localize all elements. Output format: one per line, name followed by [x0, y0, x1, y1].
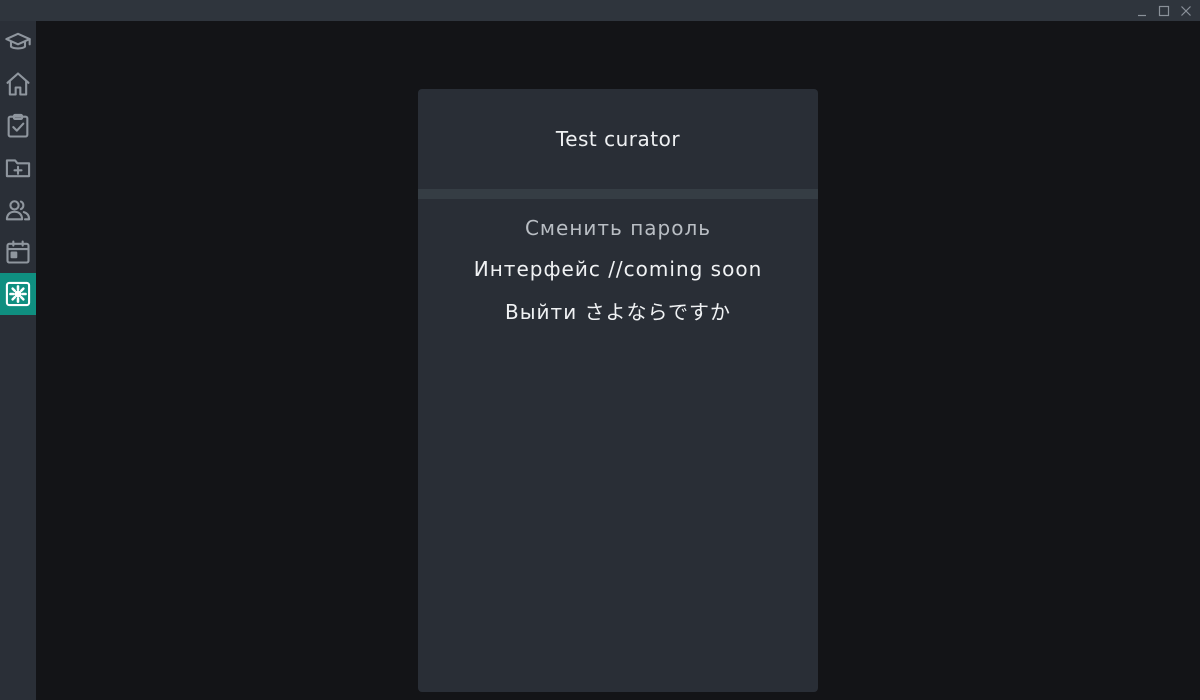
settings-menu: Сменить пароль Интерфейс //coming soon В…: [418, 199, 818, 332]
clipboard-check-icon: [7, 113, 29, 138]
main-area: Test curator Сменить пароль Интерфейс //…: [36, 21, 1200, 700]
window-controls: [1134, 2, 1194, 19]
calendar-icon: [6, 240, 30, 264]
sidebar: [0, 21, 36, 700]
profile-name: Test curator: [555, 127, 681, 151]
graduation-cap-icon: [5, 32, 31, 50]
profile-header: Test curator: [418, 89, 818, 189]
sidebar-item-tasks[interactable]: [0, 105, 36, 147]
logout-button[interactable]: Выйти さよならですか: [505, 290, 731, 332]
close-icon: [1181, 5, 1191, 16]
change-password-button[interactable]: Сменить пароль: [525, 207, 711, 249]
sidebar-item-folders[interactable]: [0, 147, 36, 189]
minimize-icon: [1138, 14, 1146, 16]
home-icon: [6, 72, 30, 96]
minimize-button[interactable]: [1134, 3, 1150, 19]
sidebar-item-home[interactable]: [0, 63, 36, 105]
sidebar-item-courses[interactable]: [0, 21, 36, 63]
divider: [418, 189, 818, 199]
folder-plus-icon: [5, 159, 31, 178]
maximize-button[interactable]: [1156, 3, 1172, 19]
interface-button[interactable]: Интерфейс //coming soon: [474, 249, 763, 291]
users-icon: [5, 200, 31, 221]
close-button[interactable]: [1178, 3, 1194, 19]
settings-icon: [5, 281, 31, 307]
sidebar-item-settings[interactable]: [0, 273, 36, 315]
profile-panel: Test curator Сменить пароль Интерфейс //…: [418, 89, 818, 692]
maximize-icon: [1158, 5, 1170, 16]
sidebar-item-users[interactable]: [0, 189, 36, 231]
title-bar: [0, 0, 1200, 21]
sidebar-item-calendar[interactable]: [0, 231, 36, 273]
